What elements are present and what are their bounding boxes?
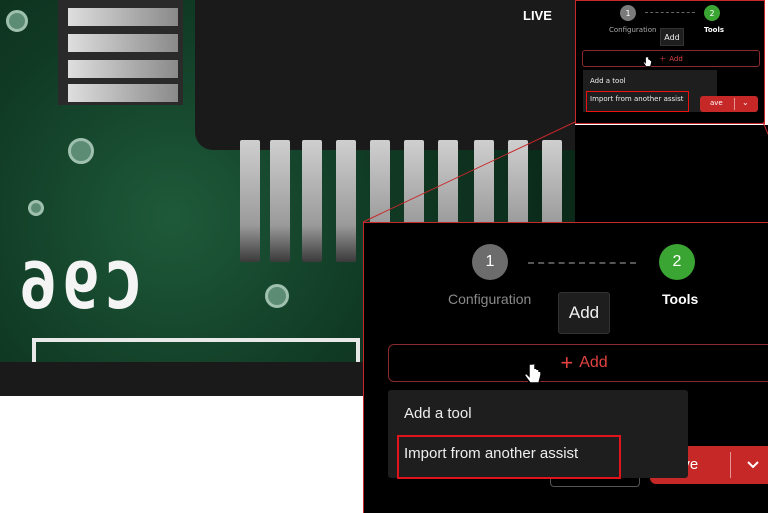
- menu-item-add-tool-small[interactable]: Add a tool: [590, 77, 626, 85]
- add-button-small[interactable]: ＋ Add: [582, 50, 760, 67]
- silkscreen-outline: [32, 338, 360, 362]
- step-1-label: Configuration: [448, 291, 532, 307]
- highlight-box-small: [586, 91, 689, 112]
- chevron-down-icon[interactable]: ⌄: [742, 98, 749, 107]
- add-button[interactable]: + Add: [388, 344, 768, 382]
- add-button-label: Add: [579, 354, 608, 371]
- step-1-label-small: Configuration: [609, 26, 657, 34]
- chevron-down-icon[interactable]: [746, 458, 760, 472]
- silkscreen-marking: C96: [15, 250, 143, 324]
- component-left: [58, 0, 183, 105]
- step-1-indicator[interactable]: 1: [472, 244, 508, 280]
- hand-pointer-icon: [643, 56, 652, 67]
- step-1-indicator-small[interactable]: 1: [620, 5, 636, 21]
- save-label-small: ave: [710, 99, 723, 107]
- save-button-small[interactable]: ave ⌄: [700, 96, 758, 112]
- plus-icon: ＋: [659, 54, 667, 63]
- plus-icon: +: [560, 350, 574, 375]
- menu-item-add-tool[interactable]: Add a tool: [404, 405, 472, 422]
- highlight-box: [397, 435, 621, 479]
- add-tooltip: Add: [558, 292, 610, 334]
- split-divider: [730, 452, 731, 478]
- add-button-label-small: Add: [669, 54, 683, 63]
- live-label: LIVE: [523, 8, 552, 23]
- step-2-label-small: Tools: [704, 26, 725, 34]
- step-2-label: Tools: [662, 291, 699, 307]
- hand-pointer-icon: [524, 362, 542, 384]
- add-tooltip-small: Add: [660, 28, 684, 46]
- step-2-indicator[interactable]: 2: [659, 244, 695, 280]
- step-connector: [528, 262, 636, 264]
- ic-chip: [195, 0, 575, 150]
- step-2-indicator-small[interactable]: 2: [704, 5, 720, 21]
- dark-backdrop: [575, 125, 768, 225]
- step-connector-small: [645, 12, 695, 13]
